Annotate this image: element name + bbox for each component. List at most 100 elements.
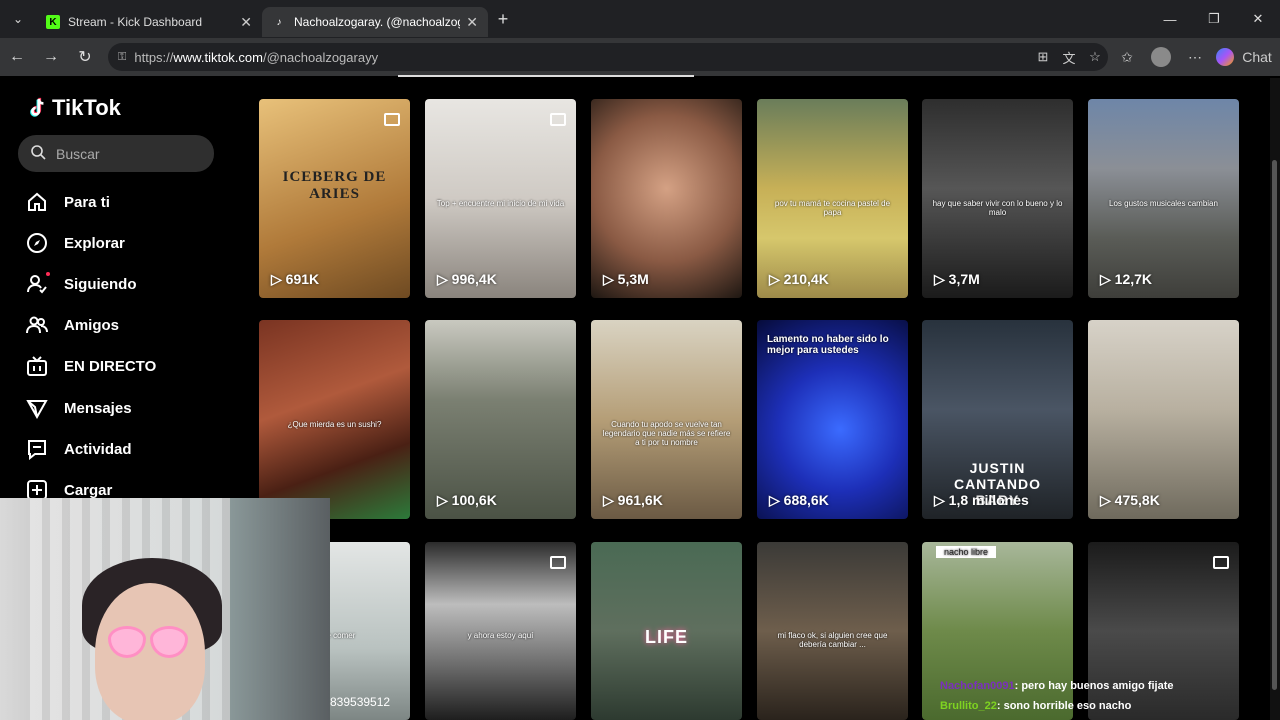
view-count: ▷ 5,3M — [603, 271, 649, 288]
video-thumbnail[interactable]: ▷ 5,3M — [591, 99, 742, 298]
more-menu-icon[interactable]: ⋯ — [1178, 49, 1212, 66]
tab-label: Stream - Kick Dashboard — [68, 15, 203, 29]
page-load-indicator — [398, 75, 694, 77]
chat-text: : pero hay buenos amigo fijate — [1014, 680, 1174, 692]
favorite-star-icon[interactable]: ☆ — [1082, 49, 1108, 65]
browser-toolbar: ✩ ⋯ Chat — [1110, 38, 1274, 76]
stream-chat-overlay: Nachofan0091: pero hay buenos amigo fija… — [940, 676, 1240, 716]
url-path: /@nachoalzogarayy — [262, 49, 379, 65]
notification-dot — [46, 272, 50, 276]
sidebar-item-amigos[interactable]: Amigos — [26, 310, 119, 340]
video-thumbnail[interactable]: y ahora estoy aquí — [425, 542, 576, 720]
live-icon — [26, 355, 48, 377]
video-thumbnail[interactable]: JUSTIN CANTANDO BABY ▷ 1,8 millones — [922, 320, 1073, 519]
video-thumbnail[interactable]: ICEBERG DE ARIES ▷ 691K — [259, 99, 410, 298]
video-thumbnail[interactable]: ▷ 475,8K — [1088, 320, 1239, 519]
video-caption: pov tu mamá te cocina pastel de papa — [774, 198, 891, 217]
search-input[interactable]: Buscar — [18, 135, 214, 172]
app-available-icon[interactable]: ⊞ — [1030, 49, 1056, 65]
play-icon: ▷ — [934, 271, 949, 287]
copilot-chat-button[interactable]: Chat — [1216, 48, 1274, 66]
play-icon: ▷ — [1100, 271, 1115, 287]
tab-kick-dashboard[interactable]: K Stream - Kick Dashboard ✕ — [36, 7, 262, 37]
video-caption: Top + encuentre mi inicio de mi vida — [436, 198, 565, 208]
activity-icon — [26, 438, 48, 460]
url-field[interactable]: ⚿ https://www.tiktok.com/@nachoalzogaray… — [108, 43, 1108, 71]
translate-icon[interactable]: 文 — [1056, 48, 1082, 67]
view-count: ▷ 100,6K — [437, 492, 497, 509]
video-thumbnail[interactable]: Los gustos musicales cambian ▷ 12,7K — [1088, 99, 1239, 298]
video-caption: ICEBERG DE ARIES — [282, 169, 387, 202]
chat-text: : sono horrible eso nacho — [996, 700, 1132, 712]
url-host: www.tiktok.com — [173, 49, 263, 65]
site-info-icon[interactable]: ⚿ — [118, 51, 126, 64]
video-thumbnail[interactable]: Cuando tu apodo se vuelve tan legendario… — [591, 320, 742, 519]
video-thumbnail[interactable]: mi flaco ok, si alguien cree que debería… — [757, 542, 908, 720]
view-count-value: 100,6K — [451, 492, 497, 508]
chat-message: Brullito_22: sono horrible eso nacho — [940, 696, 1240, 716]
profile-avatar[interactable] — [1151, 47, 1171, 67]
view-count-value: 3,7M — [948, 271, 980, 287]
view-count-value: 210,4K — [783, 271, 829, 287]
minimize-icon[interactable]: — — [1148, 0, 1192, 38]
sidebar-item-mensajes[interactable]: Mensajes — [26, 393, 132, 423]
video-caption: Lamento no haber sido lo mejor para uste… — [767, 334, 889, 356]
sidebar-item-para-ti[interactable]: Para ti — [26, 187, 110, 217]
sidebar-item-actividad[interactable]: Actividad — [26, 434, 132, 464]
tab-label: Nachoalzogaray. (@nachoalzoga — [294, 15, 461, 29]
sidebar-item-label: Amigos — [64, 316, 120, 334]
video-caption: mi flaco ok, si alguien cree que debería… — [777, 631, 888, 649]
close-icon[interactable]: ✕ — [240, 14, 252, 31]
search-icon — [30, 144, 46, 163]
view-count: ▷ 3,7M — [934, 271, 980, 288]
sidebar-item-explorar[interactable]: Explorar — [26, 228, 125, 258]
sidebar-item-en-directo[interactable]: EN DIRECTO — [26, 351, 156, 381]
play-icon: ▷ — [437, 271, 452, 287]
close-window-icon[interactable]: ✕ — [1236, 0, 1280, 38]
view-count-value: 996,4K — [451, 271, 497, 287]
view-count: ▷ 996,4K — [437, 271, 497, 288]
tab-search-chevron-icon[interactable]: ⌄ — [0, 0, 36, 38]
video-thumbnail[interactable]: ▷ 100,6K — [425, 320, 576, 519]
video-thumbnail[interactable]: pov tu mamá te cocina pastel de papa ▷ 21… — [757, 99, 908, 298]
home-icon — [26, 191, 48, 213]
sidebar-item-label: Siguiendo — [64, 275, 137, 293]
video-thumbnail[interactable]: hay que saber vivir con lo bueno y lo ma… — [922, 99, 1073, 298]
sidebar-item-siguiendo[interactable]: Siguiendo — [26, 269, 137, 299]
video-thumbnail[interactable]: Top + encuentre mi inicio de mi vida ▷ 99… — [425, 99, 576, 298]
video-thumbnail[interactable]: Lamento no haber sido lo mejor para uste… — [757, 320, 908, 519]
back-button[interactable]: ← — [0, 38, 34, 76]
view-count-value: 475,8K — [1114, 492, 1160, 508]
play-icon: ▷ — [1100, 492, 1115, 508]
view-count-value: 688,6K — [783, 492, 829, 508]
close-icon[interactable]: ✕ — [466, 14, 478, 31]
url-prefix: https:// — [134, 49, 174, 65]
chat-message: Nachofan0091: pero hay buenos amigo fija… — [940, 676, 1240, 696]
view-count: ▷ 691K — [271, 271, 319, 288]
window-controls: — ❐ ✕ — [1148, 0, 1280, 38]
view-count: ▷ 475,8K — [1100, 492, 1160, 509]
sidebar-item-label: Para ti — [64, 193, 110, 211]
video-caption: Los gustos musicales cambian — [1109, 198, 1218, 208]
video-thumbnail[interactable]: LIFE — [591, 542, 742, 720]
chat-label: Chat — [1242, 49, 1272, 65]
new-tab-button[interactable]: + — [488, 9, 518, 30]
scrollbar-thumb[interactable] — [1272, 160, 1277, 690]
photo-mode-icon — [550, 556, 566, 569]
logo-text: TikTok — [52, 95, 121, 120]
compass-icon — [26, 232, 48, 254]
reload-button[interactable]: ↻ — [68, 38, 102, 76]
tiktok-logo[interactable]: TikTok — [26, 95, 121, 121]
partial-overlay-number: 839539512 — [330, 695, 391, 709]
chat-username: Nachofan0091 — [940, 680, 1015, 692]
view-count-value: 5,3M — [617, 271, 649, 287]
tab-tiktok-profile[interactable]: ♪ Nachoalzogaray. (@nachoalzoga ✕ — [262, 7, 488, 37]
maximize-icon[interactable]: ❐ — [1192, 0, 1236, 38]
tiktok-icon: ♪ — [276, 16, 282, 28]
browser-tab-strip: ⌄ K Stream - Kick Dashboard ✕ ♪ Nachoalz… — [0, 0, 1280, 38]
video-caption: ¿Que mierda es un sushi? — [287, 419, 382, 429]
sidebar-item-label: Cargar — [64, 481, 113, 499]
favorites-icon[interactable]: ✩ — [1110, 49, 1144, 66]
video-thumbnail[interactable]: ¿Que mierda es un sushi? — [259, 320, 410, 519]
forward-button[interactable]: → — [34, 38, 68, 76]
